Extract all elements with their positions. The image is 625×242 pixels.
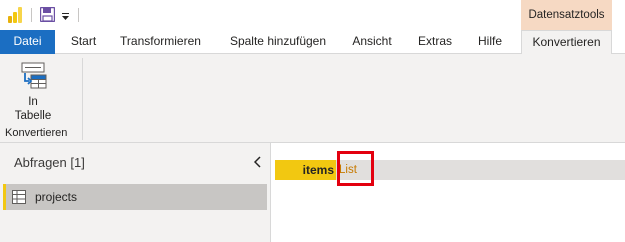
ribbon-group-separator [82,58,83,140]
table-icon [12,190,26,204]
in-table-label-line1: In [28,96,38,108]
ribbon-tabs: Datei Start Transformieren Spalte hinzuf… [0,30,625,55]
context-tab-header: Datensatztools [521,0,612,30]
tab-hilfe[interactable]: Hilfe [468,30,512,54]
in-table-label-line2: Tabelle [14,110,52,122]
tab-datei[interactable]: Datei [0,30,55,54]
column-header-items[interactable]: items [275,160,336,180]
tab-ansicht[interactable]: Ansicht [344,30,400,54]
query-item-projects[interactable]: projects [3,184,267,210]
ribbon-group-label: Konvertieren [5,127,68,139]
tab-konvertieren[interactable]: Konvertieren [521,30,612,55]
tab-spalte-hinzufuegen[interactable]: Spalte hinzufügen [220,30,336,54]
ribbon: In Tabelle Konvertieren [0,54,625,143]
tab-extras[interactable]: Extras [412,30,458,54]
toolbar-separator [78,8,79,22]
in-table-button[interactable]: In Tabelle [10,60,56,122]
highlight-box [337,151,374,186]
grid-header-row: items List [275,151,625,186]
queries-pane-title: Abfragen [1] [14,155,85,170]
save-icon[interactable] [39,6,56,23]
power-bi-logo-icon [8,7,22,23]
queries-pane: Abfragen [1] projects [0,143,271,242]
toolbar-separator [31,8,32,22]
selection-accent [3,184,6,210]
query-item-label: projects [35,190,78,204]
customize-toolbar-dropdown-icon[interactable] [61,10,70,20]
data-grid: items List [272,143,625,242]
tab-start[interactable]: Start [61,30,106,54]
tab-transformieren[interactable]: Transformieren [113,30,208,54]
list-to-table-icon [20,62,48,90]
chevron-left-icon[interactable] [253,156,263,168]
